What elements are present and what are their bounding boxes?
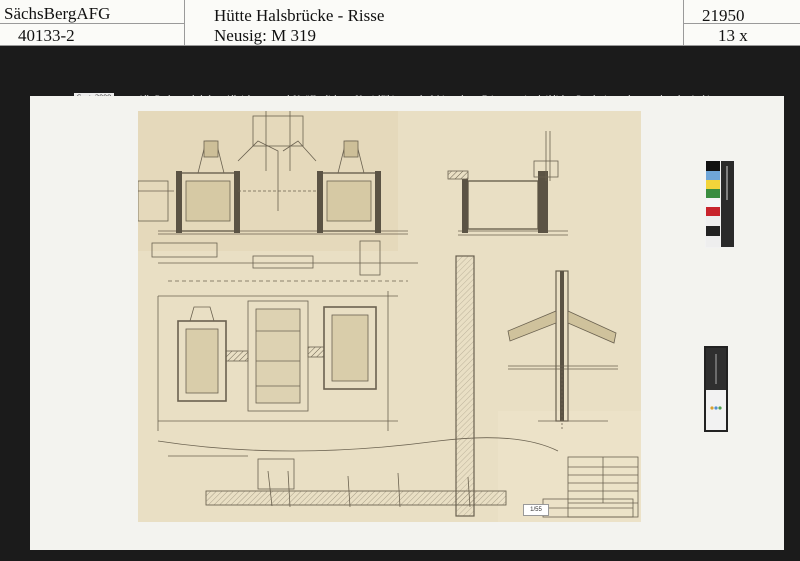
header-divider xyxy=(184,0,185,46)
header-divider xyxy=(683,23,800,24)
rights-row: Sept. 2008 Alle Rechte vorbehalten. All … xyxy=(0,46,800,103)
header-divider xyxy=(0,23,184,24)
image-count: 13 x xyxy=(718,26,748,45)
archive-header: SächsBergAFG 40133-2 Hütte Halsbrücke - … xyxy=(0,0,800,46)
color-calibration-strip xyxy=(705,160,735,248)
scan-number-label: 1/55 xyxy=(523,504,549,516)
fonds-number: 40133-2 xyxy=(18,26,75,45)
archive-name: SächsBergAFG xyxy=(4,4,111,23)
blueprint-drawing xyxy=(138,111,641,522)
grayscale-strip xyxy=(704,346,728,432)
collection-title: Hütte Halsbrücke - Risse xyxy=(214,6,385,25)
signature: Neusig: M 319 xyxy=(214,26,316,45)
